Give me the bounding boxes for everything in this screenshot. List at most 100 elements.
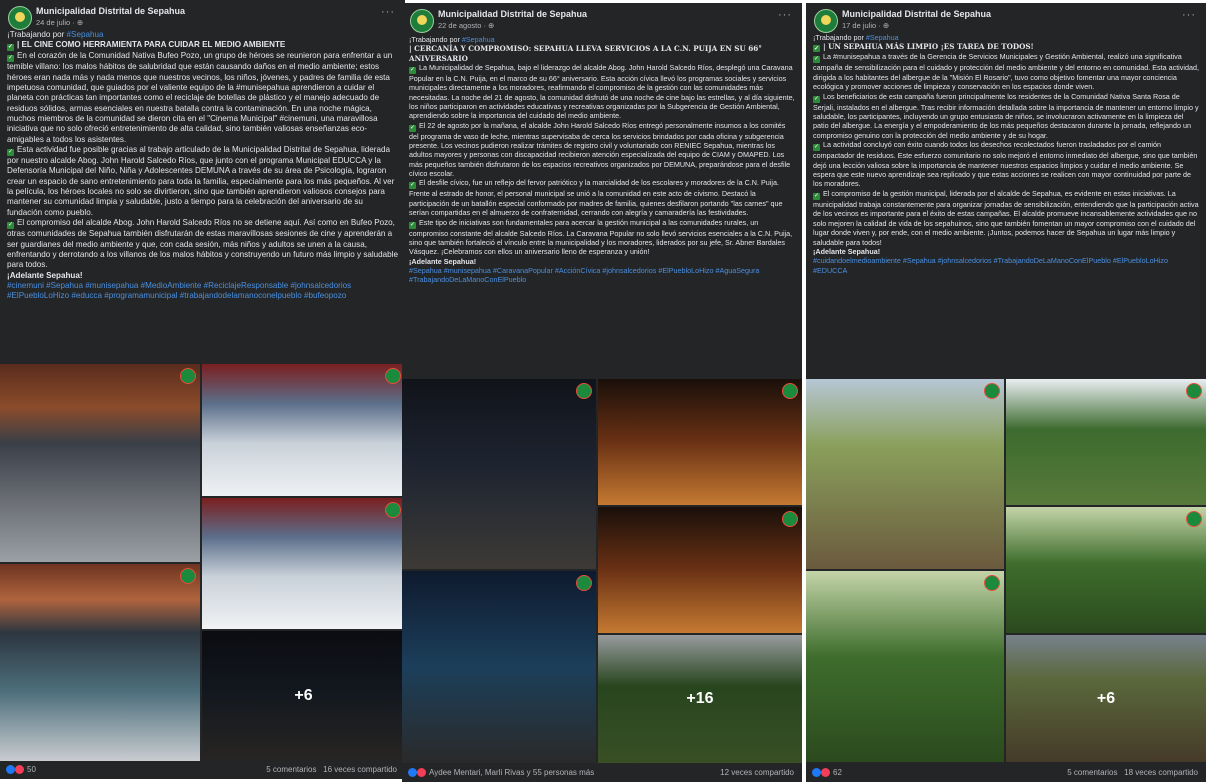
muni-logo-icon	[385, 368, 401, 384]
muni-logo-icon	[984, 383, 1000, 399]
paragraph: Los beneficiarios de esta campaña fueron…	[813, 91, 1199, 140]
working-label: ¡Trabajando por	[813, 33, 864, 42]
reaction-count[interactable]: 50	[27, 765, 36, 774]
hashtag-link[interactable]: #Sepahua	[462, 35, 495, 44]
paragraph: El 22 de agosto por la mañana, el alcald…	[409, 120, 791, 179]
hashtags[interactable]: #cinemuni #Sepahua #munisepahua #MedioAm…	[7, 281, 399, 302]
paragraph: La #munisepahua a través de la Gerencia …	[813, 52, 1199, 92]
muni-logo-icon	[984, 575, 1000, 591]
more-options-icon[interactable]: ···	[1182, 9, 1196, 21]
paragraph: Este tipo de iniciativas son fundamental…	[409, 217, 793, 257]
post-text: ¡Trabajando por #Sepahua ✓ | UN SEPAHUA M…	[813, 33, 1200, 279]
page-avatar[interactable]	[8, 6, 32, 30]
check-icon: ✓	[813, 144, 820, 152]
more-photos-count[interactable]: +6	[202, 631, 405, 761]
shares-count[interactable]: 12 veces compartido	[720, 768, 794, 777]
muni-logo-icon	[180, 368, 196, 384]
check-icon: ✓	[813, 192, 820, 200]
photo-more[interactable]: +16	[598, 635, 802, 763]
working-label: ¡Trabajando por	[7, 30, 65, 39]
photo[interactable]	[0, 564, 200, 761]
photo[interactable]	[402, 571, 596, 763]
reaction-count[interactable]: 62	[833, 768, 842, 777]
post-card-caravana: Municipalidad Distrital de Sepahua 22 de…	[402, 3, 802, 782]
comments-count[interactable]: 5 comentarios	[266, 765, 316, 774]
post-footer: 62 5 comentarios 18 veces compartido	[806, 764, 1206, 782]
comments-count[interactable]: 5 comentarios	[1067, 768, 1117, 777]
photo[interactable]	[402, 379, 596, 569]
page-avatar[interactable]	[410, 9, 434, 33]
reaction-count[interactable]: Aydee Mentari, Marli Rivas y 55 personas…	[429, 768, 594, 777]
paragraph: La Municipalidad de Sepahua, bajo el lid…	[409, 63, 795, 121]
paragraph: En el corazón de la Comunidad Nativa Buf…	[7, 51, 393, 144]
globe-icon: ⊕	[488, 21, 495, 30]
photo[interactable]	[806, 379, 1004, 569]
photo[interactable]	[202, 498, 405, 629]
page-name[interactable]: Municipalidad Distrital de Sepahua	[36, 6, 185, 16]
check-icon: ✓	[409, 67, 416, 75]
love-icon	[15, 765, 24, 774]
check-icon: ✓	[7, 149, 14, 157]
check-icon: ✓	[7, 44, 14, 52]
hashtag-link[interactable]: #Sepahua	[67, 30, 104, 39]
photo[interactable]	[0, 364, 200, 562]
photo[interactable]	[1006, 379, 1206, 505]
muni-logo-icon	[576, 383, 592, 399]
more-options-icon[interactable]: ···	[778, 9, 792, 21]
check-icon: ✓	[813, 45, 820, 53]
hashtags[interactable]: #Sepahua #munisepahua #CaravanaPopular #…	[409, 266, 796, 285]
closing: ¡Adelante Sepahua!	[409, 256, 477, 266]
photo[interactable]	[806, 571, 1004, 762]
shares-count[interactable]: 16 veces compartido	[323, 765, 397, 774]
like-icon	[408, 768, 417, 777]
photo-grid: +6	[806, 379, 1206, 762]
muni-logo-icon	[1186, 383, 1202, 399]
photo[interactable]	[202, 364, 405, 496]
muni-logo-icon	[782, 383, 798, 399]
check-icon: ✓	[409, 221, 416, 229]
paragraph: El compromiso de la gestión municipal, l…	[813, 188, 1199, 247]
post-footer: Aydee Mentari, Marli Rivas y 55 personas…	[402, 764, 802, 782]
love-icon	[821, 768, 830, 777]
muni-logo-icon	[1186, 511, 1202, 527]
paragraph: El compromiso del alcalde Abog. John Har…	[7, 218, 398, 270]
photo-more[interactable]: +6	[1006, 635, 1206, 762]
post-date[interactable]: 24 de julio ·	[36, 18, 77, 27]
post-header: Municipalidad Distrital de Sepahua 24 de…	[0, 0, 405, 34]
muni-logo-icon	[576, 575, 592, 591]
post-header: Municipalidad Distrital de Sepahua 17 de…	[806, 3, 1206, 37]
globe-icon: ⊕	[76, 18, 84, 27]
check-icon: ✓	[409, 182, 416, 190]
post-header: Municipalidad Distrital de Sepahua 22 de…	[402, 3, 802, 37]
post-date[interactable]: 22 de agosto ·	[438, 21, 488, 30]
photo[interactable]	[598, 507, 802, 633]
post-date[interactable]: 17 de julio ·	[842, 21, 883, 30]
closing: ¡Adelante Sepahua!	[813, 246, 881, 256]
post-footer: 50 5 comentarios 16 veces compartido	[0, 761, 405, 779]
photo-grid: +6	[0, 364, 405, 761]
photo[interactable]	[598, 379, 802, 505]
check-icon: ✓	[813, 56, 820, 64]
muni-logo-icon	[385, 502, 401, 518]
more-photos-count[interactable]: +16	[598, 635, 802, 763]
check-icon: ✓	[7, 222, 14, 230]
post-card-cinema: Municipalidad Distrital de Sepahua 24 de…	[0, 0, 405, 779]
like-icon	[6, 765, 15, 774]
page-name[interactable]: Municipalidad Distrital de Sepahua	[842, 9, 991, 19]
hashtags[interactable]: #cuidandoelmedioambiente #Sepahua #johns…	[813, 256, 1200, 275]
page-name[interactable]: Municipalidad Distrital de Sepahua	[438, 9, 587, 19]
page-avatar[interactable]	[814, 9, 838, 33]
paragraph: La actividad concluyó con éxito cuando t…	[813, 140, 1198, 189]
photo[interactable]	[1006, 507, 1206, 633]
like-icon	[812, 768, 821, 777]
post-title: | EL CINE COMO HERRAMIENTA PARA CUIDAR E…	[17, 40, 286, 50]
muni-logo-icon	[782, 511, 798, 527]
photo-grid: +16	[402, 379, 802, 763]
more-photos-count[interactable]: +6	[1006, 635, 1206, 762]
post-text: ¡Trabajando por #Sepahua | CERCANÍA Y CO…	[409, 35, 796, 289]
photo-more[interactable]: +6	[202, 631, 405, 761]
shares-count[interactable]: 18 veces compartido	[1124, 768, 1198, 777]
more-options-icon[interactable]: ···	[381, 6, 395, 18]
hashtag-link[interactable]: #Sepahua	[866, 33, 899, 42]
check-icon: ✓	[409, 124, 416, 132]
